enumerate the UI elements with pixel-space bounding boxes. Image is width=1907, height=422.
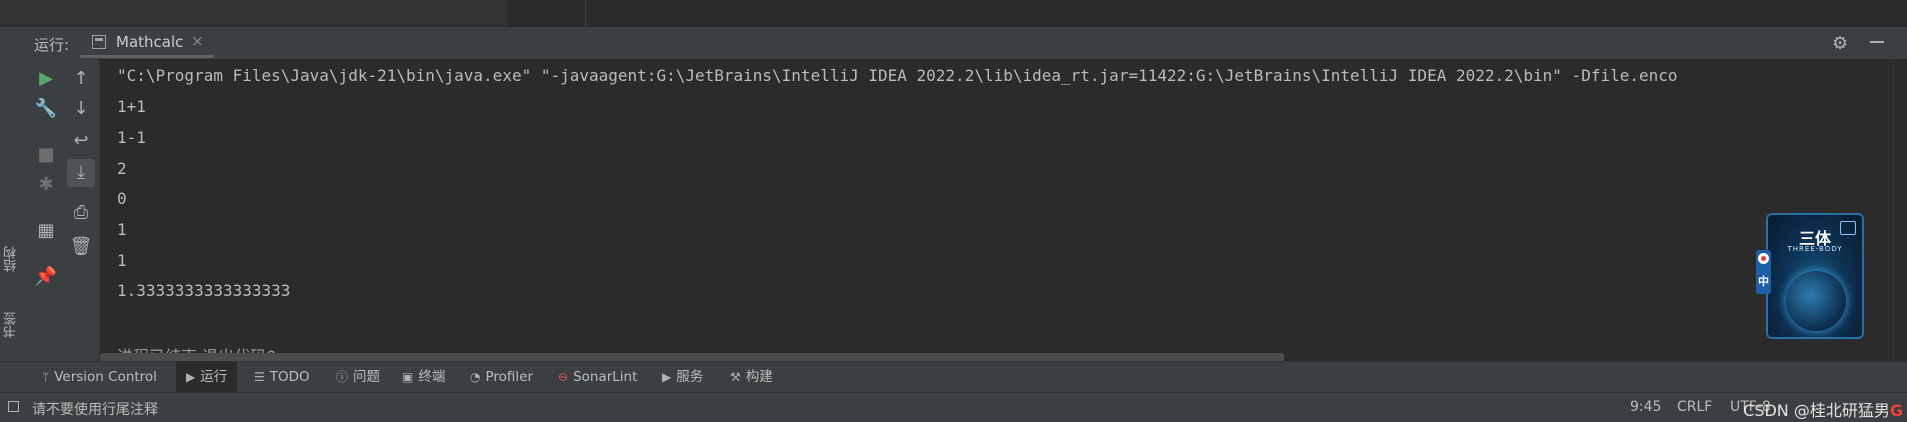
ime-side-widget[interactable]: 中: [1756, 250, 1771, 294]
card-subtitle: THREE-BODY: [1787, 245, 1843, 253]
console-line: 0: [117, 189, 127, 208]
tool-window-label: 构建: [745, 369, 773, 385]
console-line: 1: [117, 251, 127, 270]
tool-window-label: Version Control: [54, 369, 157, 385]
editor-top-strip: [0, 0, 1907, 27]
csdn-watermark: CSDN @桂北研猛男G: [1743, 397, 1903, 421]
soft-wrap-icon[interactable]: ↩: [67, 127, 95, 155]
tool-window-profiler[interactable]: ◔ Profiler: [464, 362, 539, 393]
run-icon: ▶: [186, 370, 196, 384]
run-tab-title: Mathcalc: [116, 33, 184, 51]
console-toolbar: ↑ ↓ ↩ ⤓ ⎙ 🗑: [63, 59, 100, 361]
status-toggle-icon[interactable]: [8, 401, 19, 412]
status-bar: 请不要使用行尾注释 9:45 CRLF UTF-8 CSDN @桂北研猛男G: [0, 392, 1907, 422]
tool-window-label: Profiler: [485, 369, 534, 385]
minimize-icon[interactable]: [1870, 41, 1884, 43]
run-tool-window-header: 运行: Mathcalc × ⚙: [0, 27, 1907, 60]
left-tool-strip: 结构 书签: [0, 59, 29, 361]
terminal-icon: ▣: [402, 370, 414, 384]
tool-window-services[interactable]: ▶ 服务: [656, 362, 709, 393]
tool-window-label: 问题: [353, 369, 381, 385]
down-arrow-icon[interactable]: ↓: [67, 95, 95, 123]
sonarlint-icon: ⊖: [558, 370, 569, 384]
tool-window-build[interactable]: ⚒ 构建: [724, 362, 779, 393]
wrench-icon[interactable]: 🔧: [32, 95, 60, 123]
structure-side-tab[interactable]: 结构: [2, 235, 26, 283]
tool-window-label: 运行: [200, 369, 228, 385]
list-icon: ☰: [254, 370, 265, 384]
branch-icon: ᛘ: [42, 370, 50, 384]
run-label: 运行:: [34, 36, 70, 54]
bookmarks-tab-label: 书签: [4, 312, 19, 338]
console-line: 1+1: [117, 97, 146, 116]
layout-icon[interactable]: ▦: [32, 217, 60, 245]
print-icon[interactable]: ⎙: [67, 199, 95, 227]
editor-divider: [585, 0, 586, 27]
trash-icon[interactable]: 🗑: [67, 233, 95, 261]
bookmarks-side-tab[interactable]: 书签: [2, 301, 26, 349]
tool-window-bar: ᛘ Version Control ▶ 运行 ☰ TODO ⓘ 问题 ▣ 终端 ◔ Prof…: [0, 361, 1907, 393]
rerun-icon[interactable]: ▶: [32, 65, 60, 93]
tool-window-label: 终端: [418, 369, 446, 385]
record-icon: [1758, 253, 1769, 264]
build-icon: ⚒: [730, 370, 741, 384]
tool-window-problems[interactable]: ⓘ 问题: [330, 362, 386, 393]
console-line: 2: [117, 159, 127, 178]
services-icon: ▶: [662, 370, 672, 384]
tool-window-label: 服务: [676, 369, 704, 385]
tool-window-todo[interactable]: ☰ TODO: [248, 362, 316, 393]
active-tab-underline: [80, 55, 214, 58]
three-body-overlay-card[interactable]: 三体 THREE-BODY: [1766, 213, 1864, 339]
up-arrow-icon[interactable]: ↑: [67, 65, 95, 93]
problems-icon: ⓘ: [336, 370, 349, 384]
console-line: 1-1: [117, 128, 146, 147]
tool-window-label: TODO: [269, 369, 310, 385]
watermark-text: CSDN @桂北研猛男: [1743, 401, 1890, 420]
planet-image: [1786, 271, 1846, 331]
console-line-command: "C:\Program Files\Java\jdk-21\bin\java.e…: [117, 66, 1678, 85]
console-output[interactable]: "C:\Program Files\Java\jdk-21\bin\java.e…: [100, 59, 1893, 361]
tool-window-terminal[interactable]: ▣ 终端: [396, 362, 451, 393]
line-separator[interactable]: CRLF: [1677, 399, 1712, 415]
status-message: 请不要使用行尾注释: [32, 402, 158, 418]
tool-window-run[interactable]: ▶ 运行: [176, 362, 238, 393]
console-line: 1: [117, 220, 127, 239]
editor-gutter-area: [0, 0, 506, 27]
google-icon: G: [1889, 401, 1903, 420]
vertical-scrollbar-track[interactable]: [1893, 59, 1907, 361]
ime-language-label: 中: [1758, 275, 1769, 288]
run-toolbar: ▶ 🔧 ■ ✱ ▦ 📌: [28, 59, 63, 361]
console-line: 1.3333333333333333: [117, 281, 291, 300]
tool-window-version-control[interactable]: ᛘ Version Control: [36, 362, 163, 393]
structure-tab-label: 结构: [4, 246, 19, 272]
tool-window-label: SonarLint: [573, 369, 638, 385]
tool-window-sonarlint[interactable]: ⊖ SonarLint: [552, 362, 643, 393]
pin-icon[interactable]: 📌: [32, 263, 60, 291]
profiler-icon: ◔: [470, 370, 481, 384]
gear-icon[interactable]: ⚙: [1832, 33, 1848, 54]
console-tab-icon: [92, 35, 106, 49]
run-tab-mathcalc[interactable]: Mathcalc ×: [80, 27, 214, 58]
caret-position[interactable]: 9:45: [1630, 399, 1661, 415]
debug-icon[interactable]: ✱: [32, 171, 60, 199]
tab-close-icon[interactable]: ×: [191, 32, 204, 50]
stop-icon[interactable]: ■: [32, 141, 60, 169]
scroll-to-end-icon[interactable]: ⤓: [67, 159, 95, 187]
